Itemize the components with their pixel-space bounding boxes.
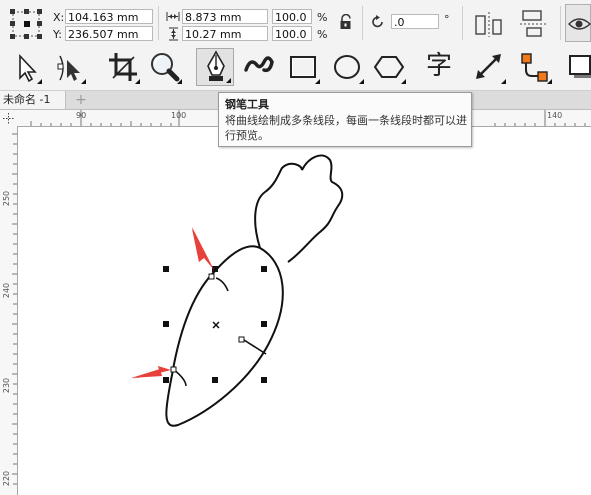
carrot-drawing (131, 154, 344, 427)
carrot-body-path (165, 245, 284, 427)
eye-icon (568, 18, 591, 30)
dimension-tool-button[interactable] (470, 48, 508, 86)
drop-shadow-button[interactable] (564, 48, 591, 86)
ruler-label: 240 (2, 282, 12, 299)
mirror-vertical-icon[interactable] (518, 9, 548, 39)
width-icon (166, 12, 180, 21)
divider (560, 6, 561, 40)
divider (462, 6, 463, 40)
flyout-arrow (501, 79, 506, 84)
carrot-leaves-path (254, 154, 344, 263)
selection-handle (261, 266, 267, 272)
path-node (238, 336, 245, 343)
flyout-arrow (547, 79, 552, 84)
selection-handle (163, 266, 169, 272)
zoom-tool-button[interactable] (146, 48, 184, 86)
ruler-label: 90 (76, 111, 87, 120)
flyout-arrow (37, 79, 42, 84)
text-tool-button[interactable]: 字 (420, 48, 458, 86)
ellipse-tool-button[interactable] (328, 48, 366, 86)
flyout-arrow (226, 78, 231, 83)
path-node (208, 273, 215, 280)
flyout-arrow (359, 79, 364, 84)
selection-handle (163, 377, 169, 383)
ruler-label: 100 (171, 111, 187, 120)
artistic-media-icon (244, 56, 274, 73)
width-field[interactable]: 8.873 mm (182, 9, 268, 24)
object-origin-icon[interactable] (9, 8, 45, 40)
scale-width-field[interactable]: 100.0 (272, 9, 312, 24)
vertical-ruler[interactable]: 250 240 230 220 (0, 126, 18, 495)
carrot-stub (215, 277, 229, 292)
mirror-horizontal-icon[interactable] (474, 10, 504, 38)
selection-handle (261, 321, 267, 327)
divider (362, 6, 363, 40)
selection-handle (212, 266, 218, 272)
height-field[interactable]: 10.27 mm (182, 26, 268, 41)
flyout-arrow (401, 79, 406, 84)
y-label: Y: (53, 28, 62, 41)
center-mark (212, 321, 220, 329)
height-icon (169, 27, 178, 41)
tooltip-title: 钢笔工具 (225, 98, 269, 111)
percent-label: % (317, 28, 328, 41)
crop-tool-button[interactable] (104, 48, 142, 86)
drawing-canvas[interactable] (18, 127, 591, 495)
ruler-label: 250 (2, 190, 12, 207)
red-arrow (131, 369, 162, 378)
flyout-arrow (81, 79, 86, 84)
pick-tool-button[interactable] (6, 48, 44, 86)
percent-label: % (317, 11, 328, 24)
flyout-arrow (135, 79, 140, 84)
ruler-origin[interactable] (0, 110, 18, 127)
add-tab-button[interactable]: + (72, 93, 90, 107)
y-position-field[interactable]: 236.507 mm (65, 26, 153, 41)
selection-handle (212, 377, 218, 383)
rectangle-tool-button[interactable] (284, 48, 322, 86)
red-arrow (192, 227, 214, 270)
connector-tool-button[interactable] (516, 48, 554, 86)
ruler-label: 140 (547, 111, 563, 120)
rotation-field[interactable]: .0 (391, 14, 439, 29)
tooltip-body: 将曲线绘制成多条线段，每画一条线段时都可以进行预览。 (225, 114, 467, 142)
flyout-arrow (315, 79, 320, 84)
pen-tool-tooltip: 钢笔工具 将曲线绘制成多条线段，每画一条线段时都可以进行预览。 (218, 92, 472, 147)
x-label: X: (53, 11, 65, 24)
property-bar: X: 104.163 mm Y: 236.507 mm 8.873 mm 10.… (0, 0, 591, 47)
polygon-tool-button[interactable] (370, 48, 408, 86)
ruler-ticks (12, 133, 17, 485)
rotate-icon (372, 15, 383, 28)
path-node (170, 366, 177, 373)
selection-handle (163, 321, 169, 327)
pen-tool-button[interactable] (196, 48, 234, 86)
view-toggle-button[interactable] (565, 4, 591, 42)
document-tab[interactable]: 未命名 -1 (0, 91, 66, 109)
carrot-stub (243, 339, 267, 355)
scale-height-field[interactable]: 100.0 (272, 26, 312, 41)
flyout-arrow (177, 79, 182, 84)
text-tool-icon: 字 (425, 51, 452, 81)
ruler-origin-icon (3, 113, 14, 124)
ruler-label: 230 (2, 377, 12, 394)
shape-tool-button[interactable] (50, 48, 88, 86)
lock-ratio-icon[interactable] (339, 14, 353, 30)
x-position-field[interactable]: 104.163 mm (65, 9, 153, 24)
toolbox: 字 (0, 46, 591, 91)
degree-label: ° (444, 13, 450, 26)
ruler-label: 220 (2, 470, 12, 487)
divider (158, 6, 159, 40)
red-arrow (192, 229, 204, 262)
artistic-media-button[interactable] (240, 48, 278, 86)
drop-shadow-icon (569, 55, 591, 78)
selection-handle (261, 377, 267, 383)
